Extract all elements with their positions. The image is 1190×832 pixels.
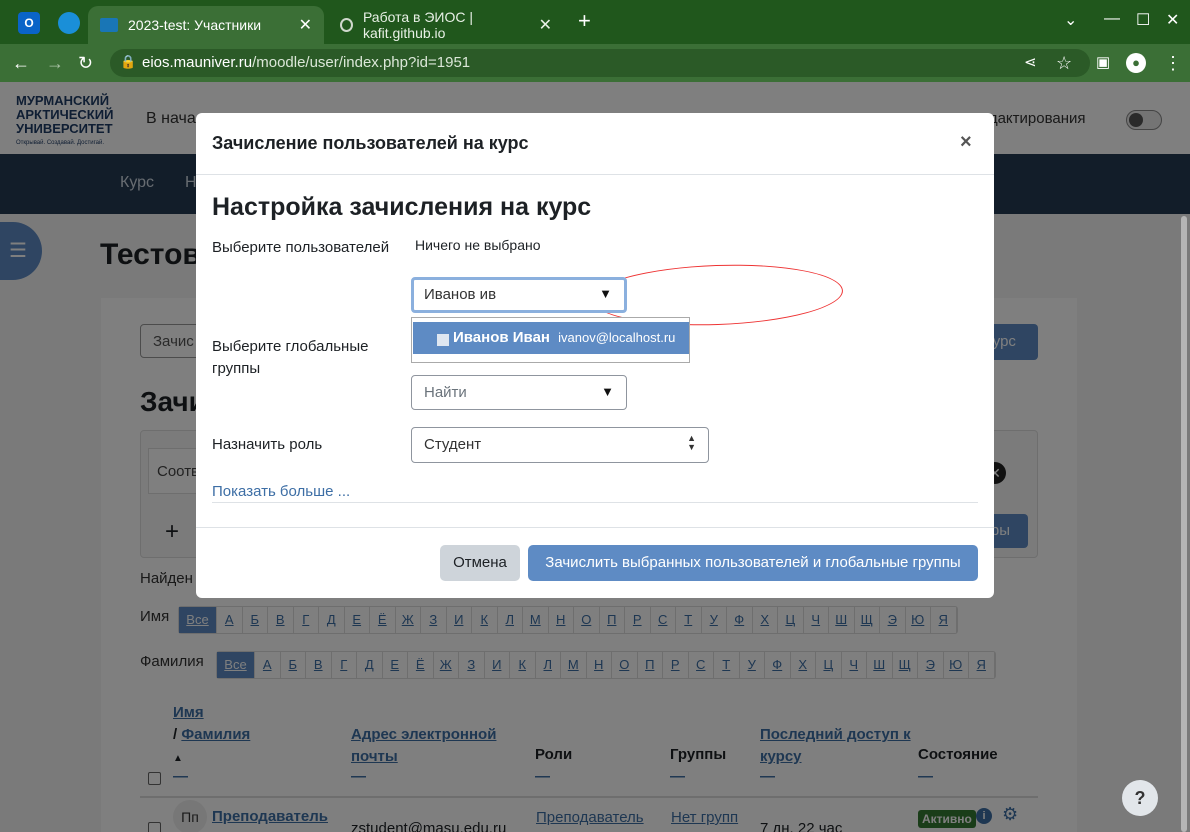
select-users-label: Выберите пользователей <box>212 239 390 256</box>
close-window-icon[interactable]: ✕ <box>1166 10 1179 30</box>
user-suggestions-list: Иванов Иван ivanov@localhost.ru <box>411 317 690 363</box>
suggestion-email: ivanov@localhost.ru <box>558 330 676 345</box>
assign-role-label: Назначить роль <box>212 436 323 453</box>
back-icon[interactable]: ← <box>12 52 30 74</box>
tab-title: Работа в ЭИОС | kafit.github.io <box>362 9 474 41</box>
enrol-selected-button[interactable]: Зачислить выбранных пользователей и глоб… <box>528 545 978 581</box>
reload-icon[interactable]: ↻ <box>78 52 93 74</box>
dropdown-arrow-icon[interactable]: ▼ <box>601 384 614 399</box>
moodle-favicon-icon <box>100 18 118 32</box>
modal-header: Зачисление пользователей на курс × <box>196 113 994 175</box>
bookmark-star-icon[interactable]: ☆ <box>1056 52 1072 74</box>
lock-icon: 🔒 <box>120 54 137 69</box>
close-tab-icon[interactable]: ✕ <box>539 15 552 35</box>
user-search-input[interactable]: Иванов ив ▼ <box>411 277 627 313</box>
menu-kebab-icon[interactable]: ⋮ <box>1164 52 1182 74</box>
divider <box>212 502 978 503</box>
select-arrows-icon: ▲ ▼ <box>687 433 696 452</box>
tab-eios-guide[interactable]: Работа в ЭИОС | kafit.github.io ✕ <box>328 6 564 44</box>
show-more-link[interactable]: Показать больше ... <box>212 483 350 500</box>
pinned-tab-icon[interactable] <box>58 12 80 34</box>
browser-tab-bar: O 2023-test: Участники ✕ Работа в ЭИОС |… <box>0 0 1190 44</box>
cohort-search-input[interactable]: Найти ▼ <box>411 375 627 410</box>
suggestion-name: Иванов Иван <box>453 329 550 346</box>
globe-icon <box>340 18 353 32</box>
enrol-users-modal: Зачисление пользователей на курс × Настр… <box>196 113 994 598</box>
modal-footer: Отмена Зачислить выбранных пользователей… <box>196 527 994 598</box>
close-tab-icon[interactable]: ✕ <box>299 15 312 35</box>
user-suggestion-item[interactable]: Иванов Иван ivanov@localhost.ru <box>413 322 689 354</box>
tab-participants[interactable]: 2023-test: Участники ✕ <box>88 6 324 44</box>
browser-toolbar: ← → ↻ 🔒 eios.mauniver.ru/moodle/user/ind… <box>0 44 1190 82</box>
help-button[interactable]: ? <box>1122 780 1158 816</box>
user-picture-icon <box>437 334 449 346</box>
share-icon[interactable]: ⋖ <box>1024 52 1037 74</box>
address-bar[interactable]: 🔒 eios.mauniver.ru/moodle/user/index.php… <box>110 49 1090 77</box>
new-tab-icon[interactable]: + <box>578 8 591 34</box>
modal-close-button[interactable]: × <box>960 131 972 154</box>
maximize-icon[interactable]: ☐ <box>1136 10 1150 30</box>
side-panel-icon[interactable]: ▣ <box>1096 52 1110 74</box>
tab-search-icon[interactable]: ⌄ <box>1064 10 1077 30</box>
role-select[interactable]: Студент ▲ ▼ <box>411 427 709 463</box>
selection-status: Ничего не выбрано <box>415 237 541 253</box>
cancel-button[interactable]: Отмена <box>440 545 520 581</box>
profile-icon[interactable]: ● <box>1126 53 1146 73</box>
modal-title: Зачисление пользователей на курс <box>212 133 529 153</box>
select-cohorts-label: Выберите глобальные группы <box>212 338 369 377</box>
dropdown-arrow-icon[interactable]: ▼ <box>599 286 612 301</box>
tab-title: 2023-test: Участники <box>128 17 262 33</box>
forward-icon[interactable]: → <box>46 52 64 74</box>
url-text: eios.mauniver.ru/moodle/user/index.php?i… <box>142 54 471 71</box>
page-scrollbar[interactable] <box>1181 216 1187 832</box>
enrol-options-heading: Настройка зачисления на курс <box>212 193 592 221</box>
outlook-pinned-tab[interactable]: O <box>18 12 40 34</box>
minimize-icon[interactable]: — <box>1104 10 1120 28</box>
